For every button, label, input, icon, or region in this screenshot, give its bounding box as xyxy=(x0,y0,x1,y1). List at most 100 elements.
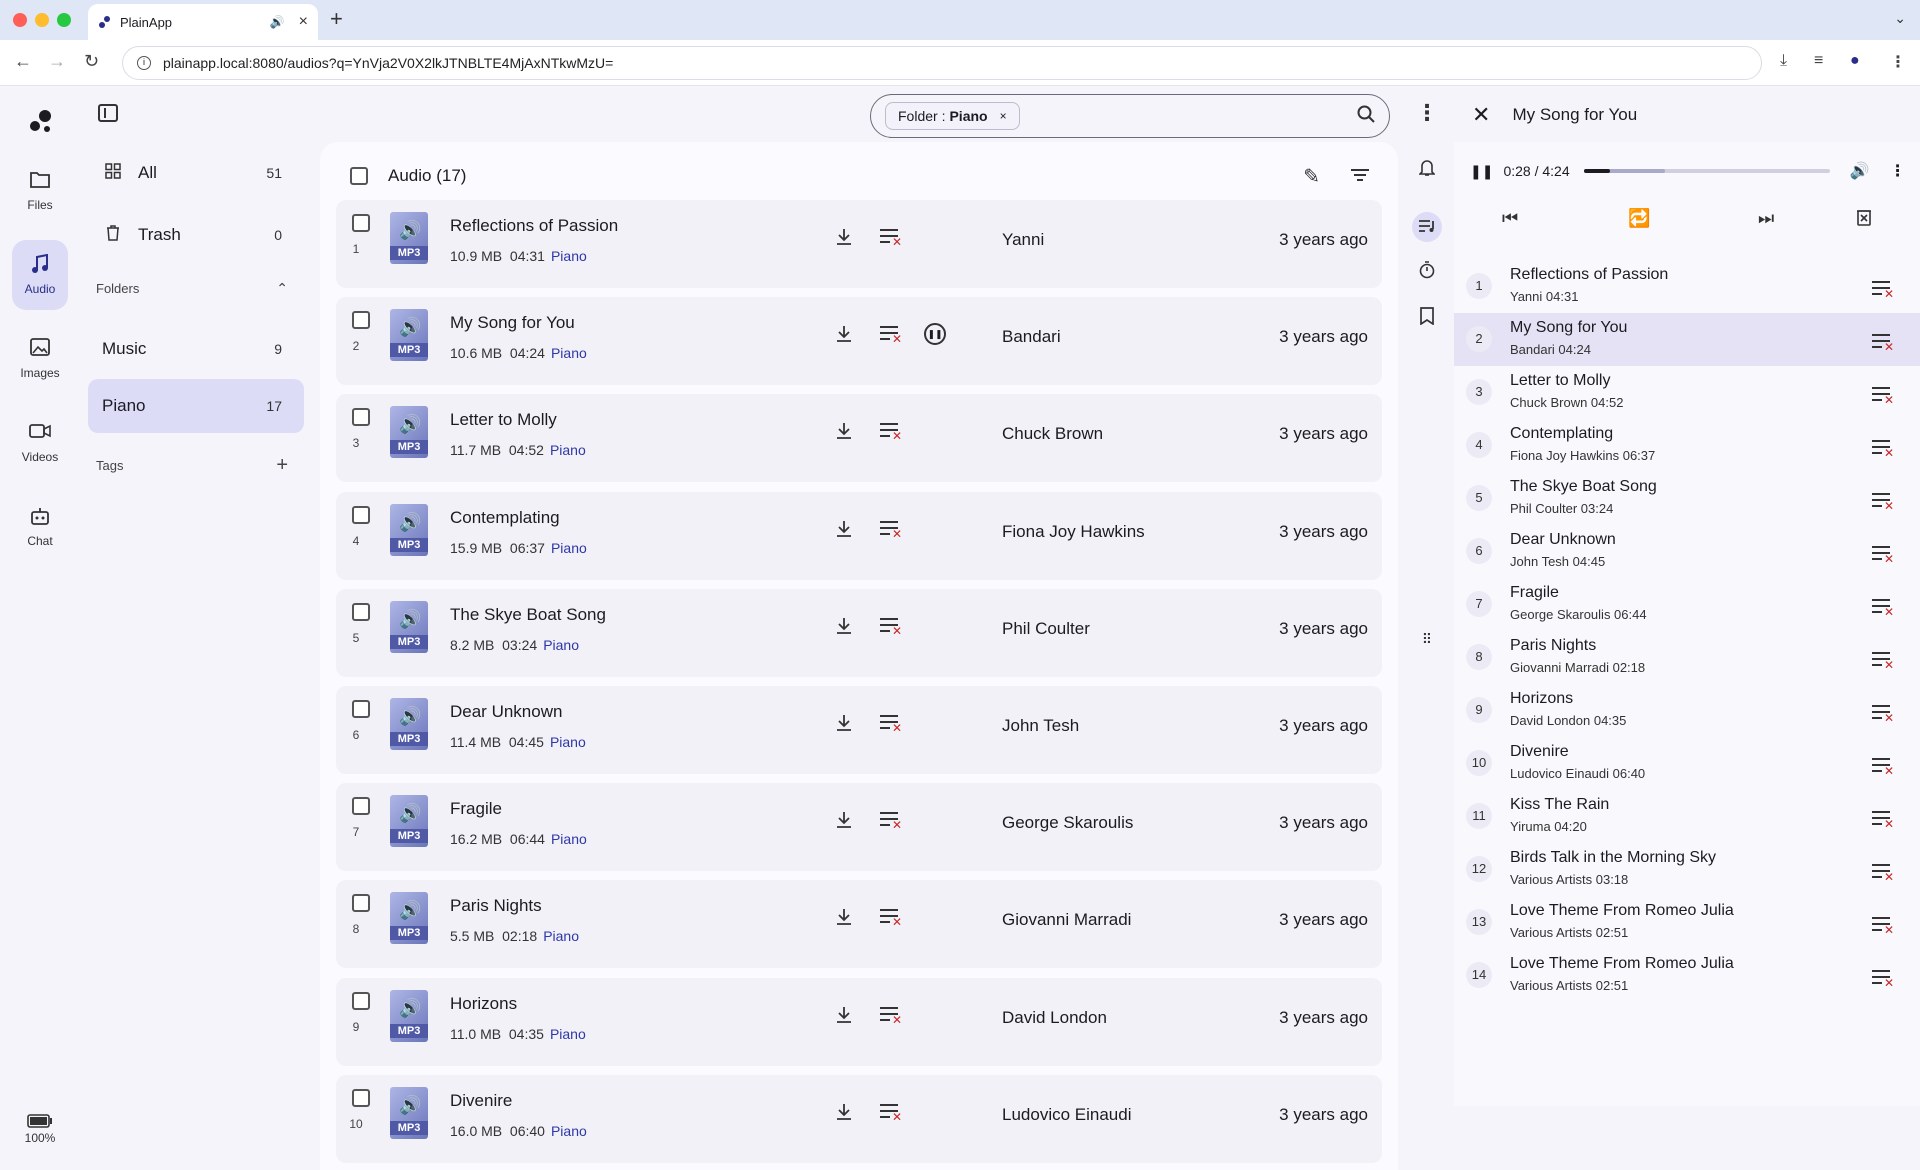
close-window-button[interactable] xyxy=(13,13,27,27)
queue-item[interactable]: 9 Horizons David London 04:35 ✕ xyxy=(1454,684,1920,737)
table-row[interactable]: 7 🔊 MP3 Fragile 16.2 MB 06:44 Piano ✕ George Sk… xyxy=(336,783,1382,872)
select-all-checkbox[interactable] xyxy=(350,167,368,185)
remove-from-queue-icon[interactable]: ✕ xyxy=(1872,333,1894,356)
remove-from-queue-icon[interactable]: ✕ xyxy=(1872,598,1894,621)
remove-from-playlist-icon[interactable]: ✕ xyxy=(880,1103,902,1123)
audio-folder-link[interactable]: Piano xyxy=(551,831,587,847)
remove-from-queue-icon[interactable]: ✕ xyxy=(1872,704,1894,727)
remove-from-playlist-icon[interactable]: ✕ xyxy=(880,422,902,442)
repeat-icon[interactable]: 🔁 xyxy=(1628,208,1650,229)
remove-from-playlist-icon[interactable]: ✕ xyxy=(880,228,902,248)
row-checkbox[interactable] xyxy=(352,311,370,330)
row-checkbox[interactable] xyxy=(352,797,370,816)
queue-item[interactable]: 13 Love Theme From Romeo Julia Various Art… xyxy=(1454,896,1920,949)
remove-from-queue-icon[interactable]: ✕ xyxy=(1872,651,1894,674)
queue-item[interactable]: 7 Fragile George Skaroulis 06:44 ✕ xyxy=(1454,578,1920,631)
remove-from-queue-icon[interactable]: ✕ xyxy=(1872,757,1894,780)
bookmark-icon[interactable] xyxy=(1412,304,1442,334)
reload-icon[interactable]: ↻ xyxy=(84,51,99,72)
audio-title[interactable]: Reflections of Passion xyxy=(450,216,618,236)
minimize-window-button[interactable] xyxy=(35,13,49,27)
previous-track-icon[interactable]: ⏮ xyxy=(1502,208,1518,229)
table-row[interactable]: 1 🔊 MP3 Reflections of Passion 10.9 MB 04:31… xyxy=(336,200,1382,288)
extension-icon[interactable]: ● xyxy=(1850,52,1860,70)
clear-queue-icon[interactable] xyxy=(1856,208,1872,231)
plainapp-logo-icon[interactable] xyxy=(28,108,54,134)
download-icon[interactable]: ⤓ xyxy=(1780,52,1787,70)
audio-folder-link[interactable]: Piano xyxy=(543,637,579,653)
audio-title[interactable]: The Skye Boat Song xyxy=(450,605,606,625)
new-tab-button[interactable]: + xyxy=(330,6,343,32)
download-icon[interactable] xyxy=(836,811,852,834)
chip-remove-button[interactable]: × xyxy=(1000,109,1007,123)
address-bar[interactable]: i plainapp.local:8080/audios?q=YnVja2V0X… xyxy=(122,46,1762,80)
row-checkbox[interactable] xyxy=(352,408,370,427)
row-checkbox[interactable] xyxy=(352,1088,370,1107)
audio-title[interactable]: Fragile xyxy=(450,799,502,819)
queue-item[interactable]: 4 Contemplating Fiona Joy Hawkins 06:37 ✕ xyxy=(1454,419,1920,472)
rail-item-chat[interactable]: Chat xyxy=(12,492,68,562)
queue-item[interactable]: 5 The Skye Boat Song Phil Coulter 03:24 ✕ xyxy=(1454,472,1920,525)
queue-item[interactable]: 1 Reflections of Passion Yanni 04:31 ✕ xyxy=(1454,260,1920,313)
maximize-window-button[interactable] xyxy=(57,13,71,27)
queue-item[interactable]: 2 My Song for You Bandari 04:24 ✕ xyxy=(1454,313,1920,366)
remove-from-playlist-icon[interactable]: ✕ xyxy=(880,714,902,734)
drag-handle-icon[interactable]: ⠿ xyxy=(1412,624,1442,654)
remove-from-queue-icon[interactable]: ✕ xyxy=(1872,492,1894,515)
table-row[interactable]: 9 🔊 MP3 Horizons 11.0 MB 04:35 Piano ✕ David Lo… xyxy=(336,977,1382,1066)
playlist-icon[interactable] xyxy=(1412,212,1442,242)
forward-icon[interactable]: → xyxy=(48,51,66,72)
site-info-icon[interactable]: i xyxy=(137,56,151,70)
row-checkbox[interactable] xyxy=(352,991,370,1010)
audio-title[interactable]: My Song for You xyxy=(450,313,575,333)
row-checkbox[interactable] xyxy=(352,700,370,718)
volume-icon[interactable]: 🔊 xyxy=(1850,161,1870,181)
rail-item-images[interactable]: Images xyxy=(12,324,68,394)
remove-from-queue-icon[interactable]: ✕ xyxy=(1872,545,1894,568)
tab-close-button[interactable]: × xyxy=(299,13,308,31)
rail-item-videos[interactable]: Videos xyxy=(12,408,68,478)
queue-item[interactable]: 14 Love Theme From Romeo Julia Various Art… xyxy=(1454,949,1920,1002)
chevron-up-icon[interactable]: ⌃ xyxy=(276,280,288,297)
audio-folder-link[interactable]: Piano xyxy=(551,248,587,264)
search-box[interactable]: Folder : Piano × xyxy=(870,94,1390,138)
remove-from-playlist-icon[interactable]: ✕ xyxy=(880,811,902,831)
sidebar-item-trash[interactable]: Trash 0 xyxy=(88,208,304,262)
download-icon[interactable] xyxy=(836,422,852,445)
sidebar-item-piano[interactable]: Piano 17 xyxy=(88,379,304,433)
back-icon[interactable]: ← xyxy=(14,51,32,72)
download-icon[interactable] xyxy=(836,520,852,543)
queue-item[interactable]: 11 Kiss The Rain Yiruma 04:20 ✕ xyxy=(1454,790,1920,843)
table-row[interactable]: 2 🔊 MP3 My Song for You 10.6 MB 04:24 Piano ✕ ❚… xyxy=(336,297,1382,386)
audio-folder-link[interactable]: Piano xyxy=(551,345,587,361)
audio-folder-link[interactable]: Piano xyxy=(551,1123,587,1139)
table-row[interactable]: 5 🔊 MP3 The Skye Boat Song 8.2 MB 03:24 Piano… xyxy=(336,588,1382,677)
seek-bar[interactable] xyxy=(1583,169,1830,173)
rail-item-audio[interactable]: Audio xyxy=(12,240,68,310)
remove-from-queue-icon[interactable]: ✕ xyxy=(1872,810,1894,833)
remove-from-playlist-icon[interactable]: ✕ xyxy=(880,908,902,928)
download-icon[interactable] xyxy=(836,1103,852,1126)
browser-tab[interactable]: PlainApp 🔊 × xyxy=(88,4,318,40)
audio-title[interactable]: Paris Nights xyxy=(450,896,542,916)
queue-item[interactable]: 6 Dear Unknown John Tesh 04:45 ✕ xyxy=(1454,525,1920,578)
search-icon[interactable] xyxy=(1357,105,1375,128)
table-row[interactable]: 4 🔊 MP3 Contemplating 15.9 MB 06:37 Piano ✕ Fio… xyxy=(336,491,1382,580)
row-checkbox[interactable] xyxy=(352,505,370,524)
remove-from-playlist-icon[interactable]: ✕ xyxy=(880,617,902,637)
notification-bell-icon[interactable] xyxy=(1412,156,1442,186)
audio-title[interactable]: Letter to Molly xyxy=(450,410,557,430)
tab-audio-icon[interactable]: 🔊 xyxy=(270,15,285,29)
remove-from-playlist-icon[interactable]: ✕ xyxy=(880,1006,902,1026)
audio-folder-link[interactable]: Piano xyxy=(550,734,586,750)
audio-title[interactable]: Divenire xyxy=(450,1091,512,1111)
queue-item[interactable]: 3 Letter to Molly Chuck Brown 04:52 ✕ xyxy=(1454,366,1920,419)
audio-folder-link[interactable]: Piano xyxy=(550,442,586,458)
table-row[interactable]: 3 🔊 MP3 Letter to Molly 11.7 MB 04:52 Piano ✕ C… xyxy=(336,394,1382,483)
audio-folder-link[interactable]: Piano xyxy=(550,1026,586,1042)
audio-title[interactable]: Contemplating xyxy=(450,508,560,528)
next-track-icon[interactable]: ⏭ xyxy=(1758,208,1774,229)
sidebar-toggle-icon[interactable] xyxy=(98,104,118,122)
close-player-icon[interactable]: ✕ xyxy=(1472,102,1490,128)
download-icon[interactable] xyxy=(836,228,852,251)
